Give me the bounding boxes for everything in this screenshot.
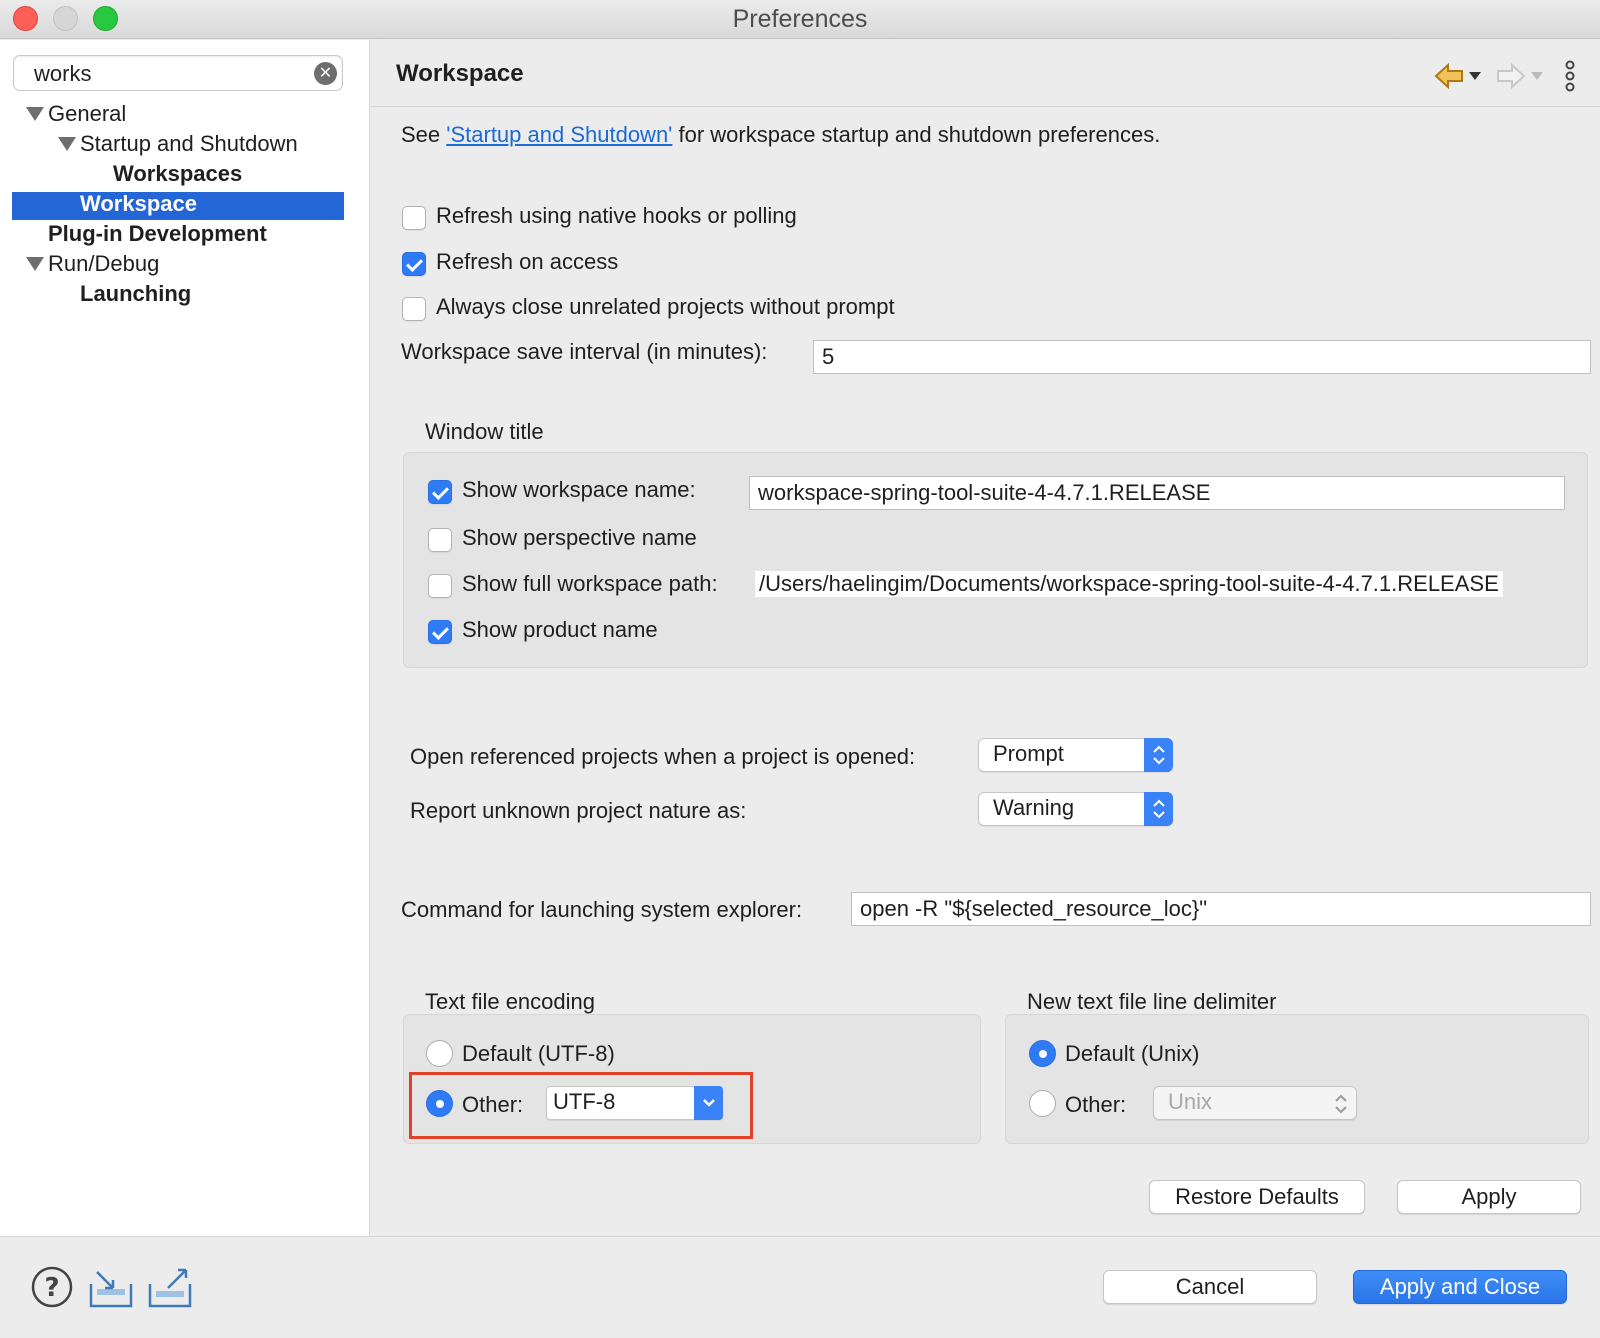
page-header bbox=[371, 40, 1600, 107]
refresh-native-checkbox[interactable] bbox=[402, 206, 426, 230]
updown-chevron-icon bbox=[1335, 1094, 1347, 1114]
tree-item-startup-shutdown[interactable]: Startup and Shutdown bbox=[80, 131, 298, 157]
workspace-name-input[interactable]: workspace-spring-tool-suite-4-4.7.1.RELE… bbox=[749, 476, 1565, 510]
filter-search-input[interactable]: works ✕ bbox=[13, 55, 343, 91]
svg-text:?: ? bbox=[44, 1273, 59, 1303]
command-explorer-input[interactable]: open -R "${selected_resource_loc}" bbox=[851, 892, 1591, 926]
updown-chevron-icon bbox=[1144, 738, 1173, 772]
tree-item-workspaces[interactable]: Workspaces bbox=[113, 161, 242, 187]
search-value: works bbox=[34, 61, 92, 86]
encoding-default-label: Default (UTF-8) bbox=[462, 1041, 615, 1066]
chevron-down-icon bbox=[694, 1086, 723, 1120]
save-interval-label: Workspace save interval (in minutes): bbox=[401, 339, 768, 364]
more-options-icon[interactable] bbox=[1564, 60, 1576, 92]
show-workspace-name-label: Show workspace name: bbox=[462, 477, 696, 502]
show-product-name-label: Show product name bbox=[462, 617, 658, 642]
window-title-legend: Window title bbox=[425, 419, 544, 444]
delimiter-other-radio[interactable] bbox=[1029, 1090, 1056, 1117]
export-icon[interactable] bbox=[148, 1268, 192, 1308]
command-explorer-label: Command for launching system explorer: bbox=[401, 897, 803, 922]
forward-arrow-icon[interactable] bbox=[1496, 62, 1526, 90]
tree-item-run-debug[interactable]: Run/Debug bbox=[48, 251, 159, 277]
page-title: Workspace bbox=[396, 60, 524, 87]
apply-button[interactable]: Apply bbox=[1397, 1180, 1581, 1214]
always-close-checkbox[interactable] bbox=[402, 297, 426, 321]
startup-shutdown-link[interactable]: 'Startup and Shutdown' bbox=[446, 122, 672, 147]
encoding-default-radio[interactable] bbox=[426, 1040, 453, 1067]
encoding-other-select[interactable]: UTF-8 bbox=[546, 1086, 723, 1120]
show-full-path-label: Show full workspace path: bbox=[462, 571, 718, 596]
tree-item-plugin-development[interactable]: Plug-in Development bbox=[48, 221, 267, 247]
import-icon[interactable] bbox=[89, 1270, 133, 1308]
window-title: Preferences bbox=[732, 5, 868, 33]
tree-item-workspace[interactable]: Workspace bbox=[80, 191, 197, 217]
report-unknown-label: Report unknown project nature as: bbox=[410, 798, 747, 823]
back-arrow-icon[interactable] bbox=[1434, 62, 1464, 90]
back-menu-chevron-icon[interactable] bbox=[1469, 72, 1481, 80]
encoding-other-value: UTF-8 bbox=[553, 1089, 616, 1114]
text-encoding-legend: Text file encoding bbox=[425, 989, 595, 1014]
apply-and-close-button[interactable]: Apply and Close bbox=[1353, 1270, 1567, 1304]
updown-chevron-icon bbox=[1144, 792, 1173, 826]
forward-menu-chevron-icon[interactable] bbox=[1531, 72, 1543, 80]
full-workspace-path-value: /Users/haelingim/Documents/workspace-spr… bbox=[755, 571, 1503, 597]
help-icon[interactable]: ? bbox=[31, 1266, 73, 1308]
show-full-path-checkbox[interactable] bbox=[428, 574, 452, 598]
refresh-native-label: Refresh using native hooks or polling bbox=[436, 203, 797, 228]
show-perspective-name-label: Show perspective name bbox=[462, 525, 697, 550]
restore-defaults-button[interactable]: Restore Defaults bbox=[1149, 1180, 1365, 1214]
clear-search-icon[interactable]: ✕ bbox=[314, 62, 337, 85]
expand-startup-icon[interactable] bbox=[58, 137, 76, 151]
show-product-name-checkbox[interactable] bbox=[428, 620, 452, 644]
delimiter-other-select: Unix bbox=[1153, 1086, 1357, 1120]
tree-item-launching[interactable]: Launching bbox=[80, 281, 191, 307]
line-delimiter-legend: New text file line delimiter bbox=[1027, 989, 1277, 1014]
report-unknown-select[interactable]: Warning bbox=[978, 792, 1173, 826]
refresh-on-access-label: Refresh on access bbox=[436, 249, 619, 274]
expand-run-debug-icon[interactable] bbox=[26, 257, 44, 271]
open-referenced-label: Open referenced projects when a project … bbox=[410, 744, 916, 769]
delimiter-default-label: Default (Unix) bbox=[1065, 1041, 1200, 1066]
always-close-label: Always close unrelated projects without … bbox=[436, 294, 895, 319]
intro-prefix: See bbox=[401, 122, 447, 147]
line-delimiter-group bbox=[1005, 1014, 1589, 1144]
encoding-other-label: Other: bbox=[462, 1092, 524, 1117]
report-unknown-value: Warning bbox=[993, 795, 1075, 820]
show-perspective-name-checkbox[interactable] bbox=[428, 528, 452, 552]
open-referenced-value: Prompt bbox=[993, 741, 1064, 766]
encoding-other-radio[interactable] bbox=[426, 1090, 453, 1117]
delimiter-other-label: Other: bbox=[1065, 1092, 1127, 1117]
intro-suffix: for workspace startup and shutdown prefe… bbox=[672, 122, 1161, 147]
show-workspace-name-checkbox[interactable] bbox=[428, 480, 452, 504]
open-referenced-select[interactable]: Prompt bbox=[978, 738, 1173, 772]
delimiter-other-value: Unix bbox=[1168, 1089, 1213, 1114]
intro-text: See 'Startup and Shutdown' for workspace… bbox=[401, 122, 1160, 148]
cancel-button[interactable]: Cancel bbox=[1103, 1270, 1317, 1304]
tree-item-general[interactable]: General bbox=[48, 101, 126, 127]
delimiter-default-radio[interactable] bbox=[1029, 1040, 1056, 1067]
refresh-on-access-checkbox[interactable] bbox=[402, 252, 426, 276]
expand-general-icon[interactable] bbox=[26, 107, 44, 121]
save-interval-input[interactable]: 5 bbox=[813, 340, 1591, 374]
